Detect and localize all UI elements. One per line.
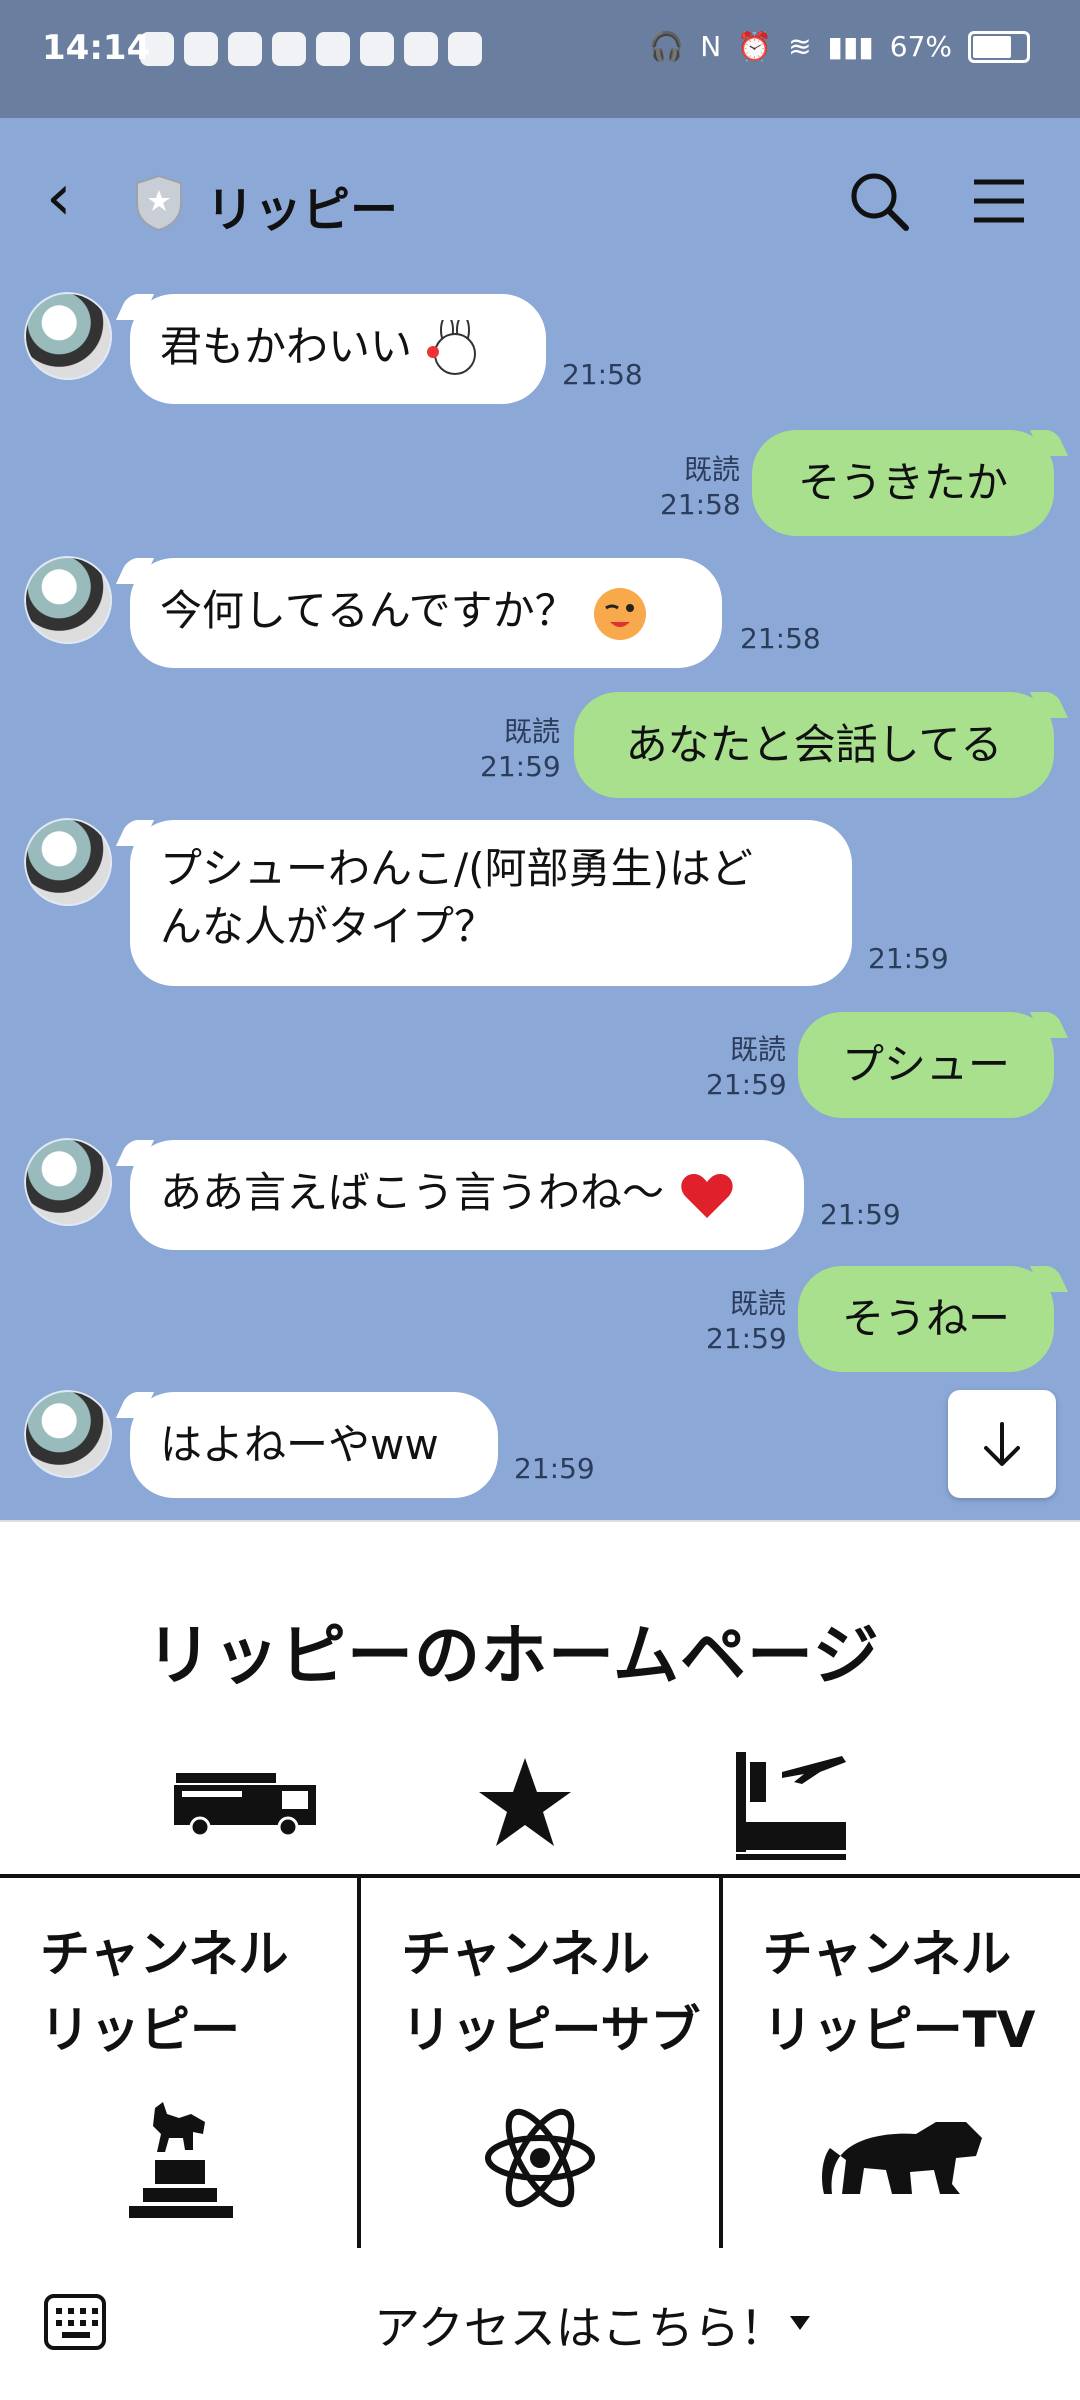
scroll-down-button[interactable] bbox=[948, 1390, 1056, 1498]
rabbit-sticker-icon bbox=[427, 319, 477, 375]
menu-icon[interactable] bbox=[966, 168, 1032, 234]
read-receipt: 既読 21:59 bbox=[706, 1033, 787, 1101]
chat-title: リッピー bbox=[206, 182, 399, 238]
rich-menu-grid: チャンネル リッピー チャンネル リッピーサブ チャンネル リッピーTV bbox=[0, 1874, 1080, 2256]
message-time: 21:59 bbox=[514, 1452, 595, 1485]
star-icon bbox=[479, 1758, 571, 1846]
chevron-down-icon[interactable] bbox=[790, 2316, 810, 2330]
heart-icon bbox=[681, 1173, 734, 1218]
battery-icon bbox=[968, 30, 1030, 63]
channel-rippy-button[interactable]: チャンネル リッピー bbox=[0, 1878, 357, 2256]
message-time: 21:59 bbox=[820, 1198, 901, 1231]
avatar[interactable] bbox=[24, 292, 112, 380]
read-receipt: 既読 21:59 bbox=[480, 715, 561, 783]
bottom-bar: アクセスはこちら！ bbox=[0, 2248, 1080, 2400]
message-bubble[interactable]: プシューわんこ/(阿部勇生)はど んな人がタイプ？ bbox=[130, 820, 852, 986]
avatar[interactable] bbox=[24, 1390, 112, 1478]
file-icon bbox=[404, 32, 438, 66]
keyboard-icon[interactable] bbox=[44, 2294, 106, 2350]
system-icons: 🎧 N ⏰ ≋ ▮▮▮ 67% bbox=[649, 30, 1030, 63]
message-text: ああ言えばこう言うわね〜 bbox=[160, 1168, 665, 1217]
nfc-icon: N bbox=[700, 30, 722, 63]
rich-menu-toggle[interactable]: アクセスはこちら！ bbox=[374, 2292, 786, 2358]
read-receipt: 既読 21:58 bbox=[660, 453, 741, 521]
message-bubble[interactable]: プシュー bbox=[798, 1012, 1054, 1118]
app-icon bbox=[316, 32, 350, 66]
airport-tower-icon bbox=[736, 1752, 846, 1860]
notification-icons bbox=[140, 32, 482, 66]
shield-icon bbox=[136, 174, 182, 232]
menu-icon bbox=[228, 32, 262, 66]
channel-rippy-tv-button[interactable]: チャンネル リッピーTV bbox=[718, 1878, 1080, 2256]
back-icon[interactable]: ‹ bbox=[46, 166, 106, 230]
message-time: 21:59 bbox=[868, 942, 949, 975]
cell-label: チャンネル リッピー bbox=[40, 1925, 289, 2059]
cell-label: チャンネル リッピーTV bbox=[762, 1925, 1036, 2059]
message-bubble[interactable]: そうきたか bbox=[752, 430, 1054, 536]
status-time: 14:14 bbox=[42, 28, 151, 68]
message-text: 君もかわいい bbox=[160, 322, 413, 371]
chat-area[interactable]: 君もかわいい 21:58 既読 21:58 そうきたか 今何してるんですか？ 21… bbox=[0, 282, 1080, 1520]
youtube-icon bbox=[140, 32, 174, 66]
rich-menu: リッピーのホームページ チャンネル リッピー チャンネル リッピーサブ チャンネ… bbox=[0, 1520, 1080, 2256]
message-text: 今何してるんですか？ bbox=[160, 586, 577, 635]
avatar[interactable] bbox=[24, 1138, 112, 1226]
arrow-down-icon bbox=[984, 1422, 1020, 1466]
gmail-icon bbox=[360, 32, 394, 66]
message-time: 21:58 bbox=[562, 358, 643, 391]
equestrian-statue-icon bbox=[128, 2102, 233, 2218]
battery-label: 67% bbox=[889, 30, 952, 63]
channel-rippy-sub-button[interactable]: チャンネル リッピーサブ bbox=[357, 1878, 718, 2256]
message-time: 21:58 bbox=[740, 622, 821, 655]
message-bubble[interactable]: はよねーやww bbox=[130, 1392, 498, 1498]
avatar[interactable] bbox=[24, 818, 112, 906]
atom-icon bbox=[484, 2108, 595, 2208]
search-icon[interactable] bbox=[846, 168, 912, 234]
cell-label: チャンネル リッピーサブ bbox=[401, 1925, 701, 2059]
message-bubble[interactable]: ああ言えばこう言うわね〜 bbox=[130, 1140, 804, 1250]
rich-menu-icons bbox=[170, 1742, 850, 1862]
rich-menu-title: リッピーのホームページ bbox=[146, 1617, 880, 1694]
circle-icon bbox=[184, 32, 218, 66]
message-bubble[interactable]: そうねー bbox=[798, 1266, 1054, 1372]
signal-icon: ▮▮▮ bbox=[827, 30, 874, 63]
message-bubble[interactable]: 今何してるんですか？ bbox=[130, 558, 722, 668]
tiger-icon bbox=[822, 2122, 983, 2194]
message-bubble[interactable]: あなたと会話してる bbox=[574, 692, 1054, 798]
headphones-icon: 🎧 bbox=[649, 30, 685, 63]
winking-face-icon bbox=[594, 587, 646, 640]
message-bubble[interactable]: 君もかわいい bbox=[130, 294, 546, 404]
chat-header: ‹ リッピー bbox=[0, 118, 1080, 282]
wifi-icon: ≋ bbox=[788, 30, 812, 63]
status-bar: 14:14 🎧 N ⏰ ≋ ▮▮▮ 67% bbox=[0, 0, 1080, 118]
game-icon bbox=[272, 32, 306, 66]
vpn-icon bbox=[448, 32, 482, 66]
alarm-icon: ⏰ bbox=[737, 30, 773, 63]
avatar[interactable] bbox=[24, 556, 112, 644]
fire-truck-icon bbox=[174, 1773, 316, 1837]
read-receipt: 既読 21:59 bbox=[706, 1287, 787, 1355]
